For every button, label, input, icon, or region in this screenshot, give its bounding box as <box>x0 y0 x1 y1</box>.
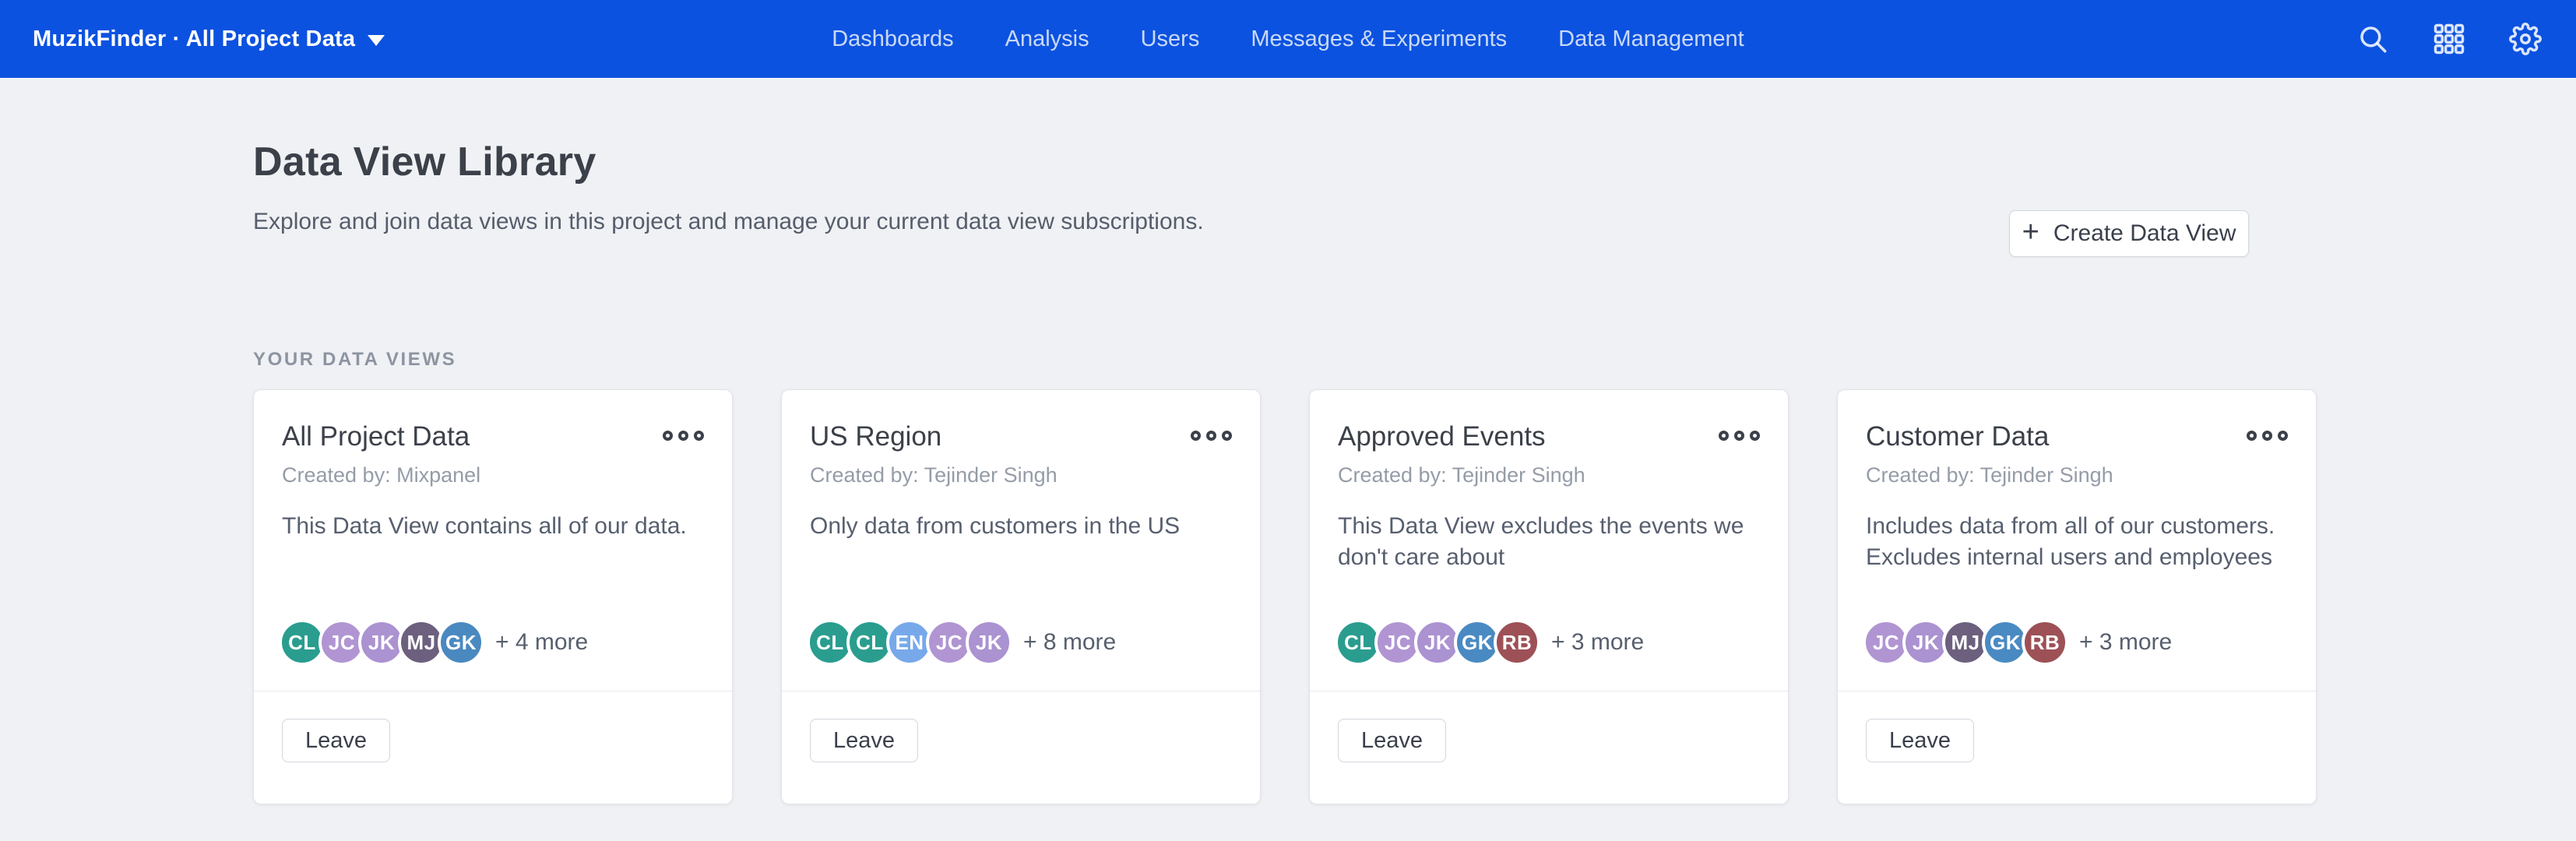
search-icon[interactable] <box>2356 23 2389 55</box>
page-title: Data View Library <box>253 139 596 185</box>
top-navigation-bar: Dashboards Analysis Users Messages & Experi… <box>0 0 2576 78</box>
card-created-by: Created by: Mixpanel <box>282 463 704 487</box>
card-body: US Region Created by: Tejinder Singh Onl… <box>782 390 1260 691</box>
card-title: Customer Data <box>1866 421 2049 452</box>
leave-button[interactable]: Leave <box>1338 719 1446 762</box>
card-created-by: Created by: Tejinder Singh <box>1866 463 2288 487</box>
more-options-icon[interactable] <box>1191 421 1232 441</box>
nav-item-analysis[interactable]: Analysis <box>1005 26 1089 52</box>
nav-item-messages-experiments[interactable]: Messages & Experiments <box>1251 26 1507 52</box>
project-switcher[interactable]: MuzikFinder · All Project Data <box>33 0 385 78</box>
card-title: All Project Data <box>282 421 470 452</box>
data-view-card: All Project Data Created by: Mixpanel Th… <box>253 389 733 804</box>
more-options-icon[interactable] <box>1719 421 1760 441</box>
card-body: Approved Events Created by: Tejinder Sin… <box>1310 390 1788 691</box>
more-options-icon[interactable] <box>2247 421 2288 441</box>
avatar: GK <box>438 619 484 666</box>
card-footer: Leave <box>254 691 732 804</box>
create-data-view-button[interactable]: + Create Data View <box>2009 210 2249 257</box>
avatar: RB <box>1494 619 1540 666</box>
create-data-view-label: Create Data View <box>2053 220 2236 247</box>
data-view-card: Approved Events Created by: Tejinder Sin… <box>1309 389 1789 804</box>
nav-item-users[interactable]: Users <box>1141 26 1200 52</box>
more-options-icon[interactable] <box>663 421 704 441</box>
card-description: This Data View excludes the events we do… <box>1338 511 1760 616</box>
data-view-cards-row: All Project Data Created by: Mixpanel Th… <box>253 389 2317 804</box>
card-description: Includes data from all of our customers.… <box>1866 511 2288 616</box>
card-head: Approved Events <box>1338 421 1760 452</box>
avatar-row: CLJCJKGKRB+ 3 more <box>1338 616 1760 669</box>
card-body: All Project Data Created by: Mixpanel Th… <box>254 390 732 691</box>
card-footer: Leave <box>1310 691 1788 804</box>
avatar: JK <box>966 619 1012 666</box>
plus-icon: + <box>2022 217 2039 247</box>
leave-button[interactable]: Leave <box>282 719 390 762</box>
card-head: Customer Data <box>1866 421 2288 452</box>
avatar-more-label: + 3 more <box>2079 629 2172 656</box>
gear-icon[interactable] <box>2509 23 2542 55</box>
chevron-down-icon <box>368 35 385 46</box>
nav-item-data-management[interactable]: Data Management <box>1558 26 1744 52</box>
data-view-card: Customer Data Created by: Tejinder Singh… <box>1837 389 2317 804</box>
avatar-row: JCJKMJGKRB+ 3 more <box>1866 616 2288 669</box>
card-description: This Data View contains all of our data. <box>282 511 704 616</box>
avatar-row: CLCLENJCJK+ 8 more <box>810 616 1232 669</box>
card-footer: Leave <box>1838 691 2316 804</box>
avatar-row: CLJCJKMJGK+ 4 more <box>282 616 704 669</box>
leave-button[interactable]: Leave <box>1866 719 1974 762</box>
avatar-more-label: + 8 more <box>1023 629 1116 656</box>
card-title: US Region <box>810 421 941 452</box>
avatar-more-label: + 4 more <box>495 629 588 656</box>
nav-item-dashboards[interactable]: Dashboards <box>832 26 953 52</box>
topbar-icons <box>2356 0 2542 78</box>
section-label: YOUR DATA VIEWS <box>253 349 456 371</box>
avatar-more-label: + 3 more <box>1551 629 1644 656</box>
card-body: Customer Data Created by: Tejinder Singh… <box>1838 390 2316 691</box>
card-created-by: Created by: Tejinder Singh <box>1338 463 1760 487</box>
avatar: RB <box>2022 619 2068 666</box>
data-view-card: US Region Created by: Tejinder Singh Onl… <box>781 389 1261 804</box>
project-switcher-label: MuzikFinder · All Project Data <box>33 26 355 52</box>
card-description: Only data from customers in the US <box>810 511 1232 616</box>
card-title: Approved Events <box>1338 421 1546 452</box>
card-footer: Leave <box>782 691 1260 804</box>
page-subtitle: Explore and join data views in this proj… <box>253 209 1204 235</box>
card-created-by: Created by: Tejinder Singh <box>810 463 1232 487</box>
primary-nav: Dashboards Analysis Users Messages & Experi… <box>0 0 2576 78</box>
card-head: US Region <box>810 421 1232 452</box>
card-head: All Project Data <box>282 421 704 452</box>
leave-button[interactable]: Leave <box>810 719 918 762</box>
apps-grid-icon[interactable] <box>2433 23 2465 55</box>
